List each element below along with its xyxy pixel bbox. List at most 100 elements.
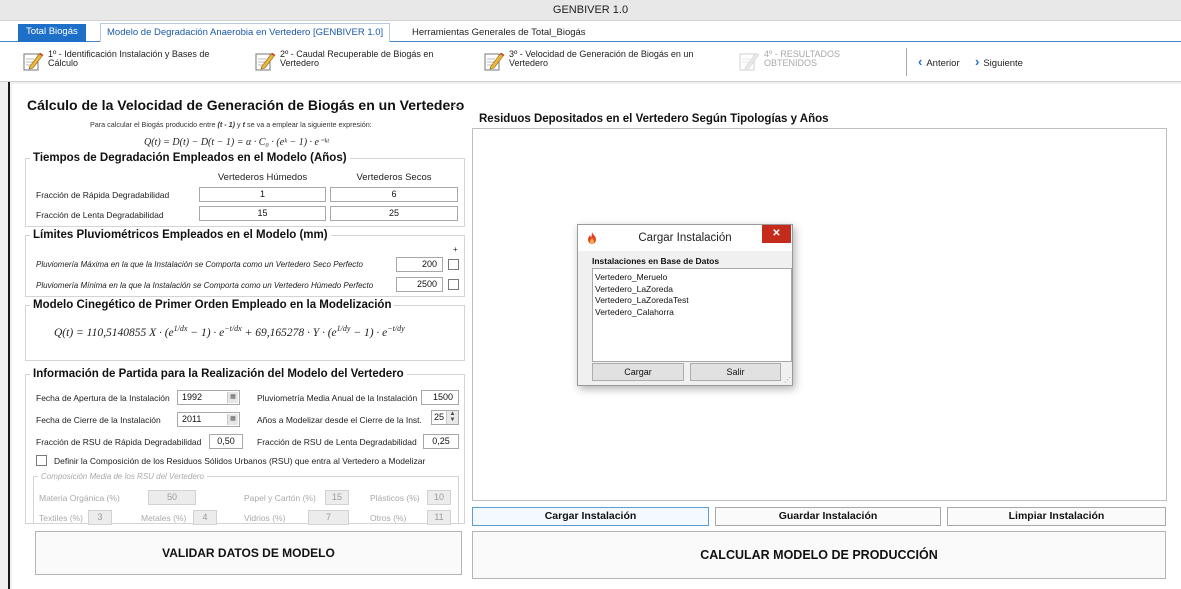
other-label: Otros (%) [370,513,407,523]
close-icon: ✕ [772,228,781,239]
col-header-dry: Vertederos Secos [356,172,432,183]
define-composition-checkbox[interactable] [36,455,47,466]
fast-fraction-label: Fracción de RSU de Rápida Degradabilidad [36,437,202,447]
list-item[interactable]: Vertedero_LaZoredaTest [595,295,789,307]
pencil-paper-icon [23,52,44,71]
plastic-input[interactable]: 10 [427,490,451,505]
fast-degradation-label: Fracción de Rápida Degradabilidad [36,190,170,200]
nav-separator [906,48,907,76]
glass-input[interactable]: 7 [308,510,349,525]
slow-fraction-input[interactable]: 0,25 [423,434,459,449]
plus-marker: + [453,245,458,254]
load-installation-button[interactable]: Cargar Instalación [472,507,709,526]
pencil-paper-icon [484,52,505,71]
slow-fraction-label: Fracción de RSU de Lenta Degradabilidad [257,437,417,447]
fast-fraction-input[interactable]: 0,50 [209,434,243,449]
installations-group: Instalaciones en Base de Datos Vertedero… [592,256,792,363]
textile-input[interactable]: 3 [88,510,112,525]
step-3-line2: Vertedero [509,58,549,68]
dialog-close-button[interactable]: ✕ [762,225,791,243]
dialog-exit-button[interactable]: Salir [690,363,781,381]
info-legend: Información de Partida para la Realizaci… [33,368,404,380]
organic-input[interactable]: 50 [148,490,196,505]
save-installation-button[interactable]: Guardar Instalación [715,507,941,526]
installations-list[interactable]: Vertedero_Meruelo Vertedero_LaZoreda Ver… [592,268,792,362]
kinetic-formula: Q(t) = 110,5140855 X · (e1/dx − 1) · e−t… [54,324,405,339]
list-item[interactable]: Vertedero_Meruelo [595,272,789,284]
rain-max-input[interactable]: 200 [396,257,443,272]
fast-dry-input[interactable]: 6 [330,187,458,202]
other-input[interactable]: 11 [427,510,451,525]
tab-genbiver[interactable]: Modelo de Degradación Anaerobia en Verte… [100,23,391,43]
title-divider [452,106,462,107]
installations-group-title: Instalaciones en Base de Datos [592,256,720,266]
rain-min-input[interactable]: 2500 [396,277,443,292]
close-date-picker[interactable]: 2011 ▦ [177,412,240,427]
previous-label: Anterior [926,58,960,69]
page-title: Cálculo de la Velocidad de Generación de… [27,97,465,113]
tab-bar: Total Biogás Modelo de Degradación Anaer… [0,21,1181,43]
metal-label: Metales (%) [141,513,187,523]
step-1-line2: Cálculo [48,58,79,68]
left-border [8,82,10,589]
slow-dry-input[interactable]: 25 [330,206,458,221]
open-date-picker[interactable]: 1992 ▦ [177,390,240,405]
pencil-paper-icon [255,52,276,71]
plastic-label: Plásticos (%) [370,493,420,503]
coef-y: 69,165278 [255,326,305,339]
steps-ribbon: 1º - Identificación Instalación y Bases … [0,42,1181,82]
calendar-icon[interactable]: ▦ [227,414,238,425]
rain-mean-input[interactable]: 1500 [421,390,459,405]
intro-text: Para calcular el Biogás producido entre … [90,120,372,129]
next-label: Siguiente [983,58,1023,69]
step-4-button[interactable]: 4º - RESULTADOS OBTENIDOS [738,50,888,76]
previous-button[interactable]: ‹ Anterior [918,54,960,70]
app-window: GENBIVER 1.0 Total Biogás Modelo de Degr… [0,0,1181,589]
open-date-label: Fecha de Apertura de la Instalación [36,393,170,403]
next-button[interactable]: › Siguiente [975,54,1023,70]
composition-legend: Composición Media de los RSU del Vertede… [41,472,204,481]
rain-limits-legend: Límites Pluviométricos Empleados en el M… [33,229,328,241]
chevron-left-icon: ‹ [918,54,923,69]
paper-input[interactable]: 15 [325,490,349,505]
dialog-titlebar[interactable]: Cargar Instalación ✕ [578,225,792,251]
step-4-line2: OBTENIDOS [764,58,818,68]
close-date-value: 2011 [182,414,202,424]
spin-arrows-icon[interactable]: ▲ ▼ [446,411,458,424]
years-stepper[interactable]: 25 ▲ ▼ [431,410,459,425]
validate-button[interactable]: VALIDAR DATOS DE MODELO [35,531,462,575]
list-item[interactable]: Vertedero_LaZoreda [595,284,789,296]
window-title: GENBIVER 1.0 [0,0,1181,21]
slow-wet-input[interactable]: 15 [199,206,326,221]
define-composition-label: Definir la Composición de los Residuos S… [54,456,426,466]
step-1-button[interactable]: 1º - Identificación Instalación y Bases … [22,50,232,76]
step-2-button[interactable]: 2º - Caudal Recuperable de Biogás en Vert… [254,50,464,76]
tab-total-biogas[interactable]: Total Biogás [18,24,86,42]
metal-input[interactable]: 4 [193,510,217,525]
open-date-value: 1992 [182,392,203,402]
step-3-button[interactable]: 3º - Velocidad de Generación de Biogás e… [483,50,723,76]
waste-chart-title: Residuos Depositados en el Vertedero Seg… [477,113,831,125]
rain-min-checkbox[interactable] [448,279,459,290]
degradation-times-legend: Tiempos de Degradación Empleados en el M… [33,152,347,164]
slow-degradation-label: Fracción de Lenta Degradabilidad [36,210,164,220]
clear-installation-button[interactable]: Limpiar Instalación [947,507,1166,526]
step-2-line2: Vertedero [280,58,320,68]
generation-formula: Q(t) = D(t) − D(t − 1) = α · C₀ · (eᵏ − … [144,137,329,148]
paper-label: Papel y Cartón (%) [244,493,316,503]
fast-wet-input[interactable]: 1 [199,187,326,202]
rain-max-checkbox[interactable] [448,259,459,270]
dialog-load-button[interactable]: Cargar [592,363,684,381]
calculate-model-button[interactable]: CALCULAR MODELO DE PRODUCCIÓN [472,531,1166,579]
years-label: Años a Modelizar desde el Cierre de la I… [257,415,422,425]
tab-herramientas[interactable]: Herramientas Generales de Total_Biogás [406,25,592,42]
resize-grip-icon[interactable]: ⋰ [784,376,791,384]
col-header-wet: Vertederos Húmedos [217,172,308,183]
list-item[interactable]: Vertedero_Calahorra [595,307,789,319]
calendar-icon[interactable]: ▦ [227,392,238,403]
organic-label: Materia Orgánica (%) [39,493,120,503]
years-value: 25 [433,412,444,422]
glass-label: Vidrios (%) [244,513,286,523]
kinetic-model-legend: Modelo Cinegético de Primer Orden Emplea… [33,299,392,311]
load-installation-dialog: Cargar Instalación ✕ Instalaciones en Ba… [577,224,793,386]
